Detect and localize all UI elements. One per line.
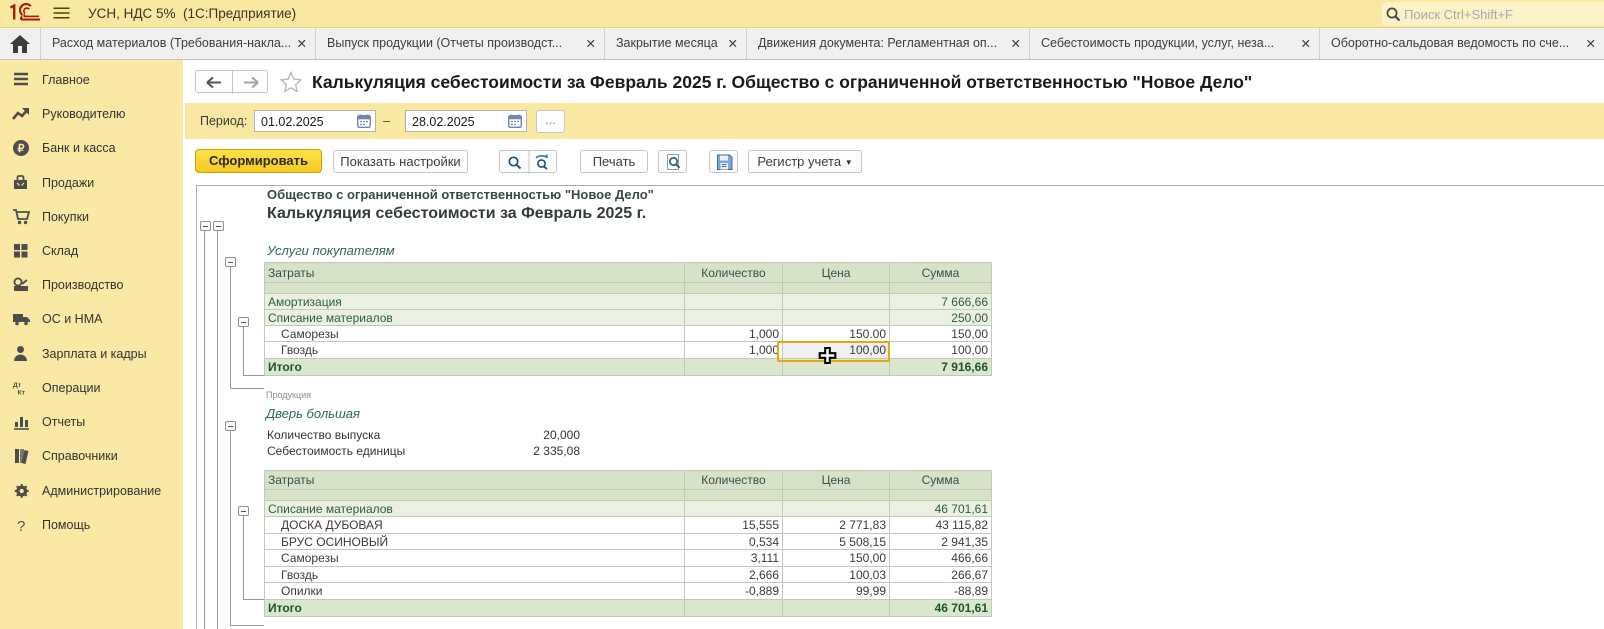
svg-text:?: ? <box>17 518 25 534</box>
svg-text:₽: ₽ <box>18 143 25 155</box>
svg-text:Дт: Дт <box>13 382 22 389</box>
svg-text:Кт: Кт <box>17 389 25 396</box>
